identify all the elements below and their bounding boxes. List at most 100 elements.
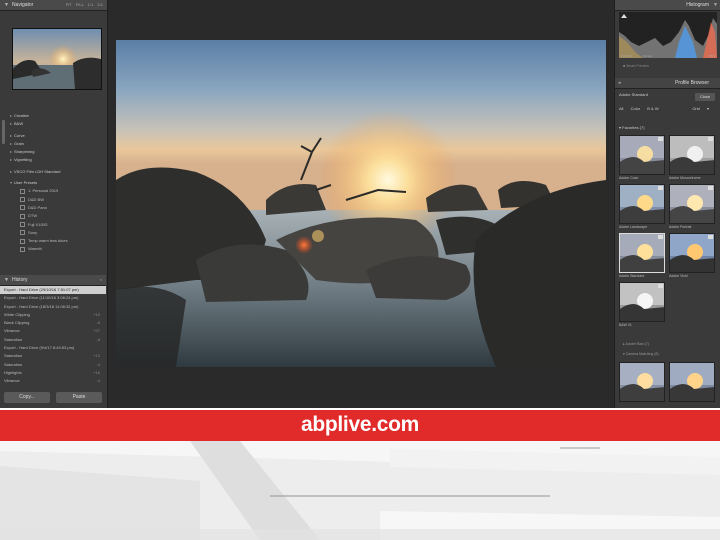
history-close-icon[interactable]: × <box>100 275 102 285</box>
navigator-zoom-options[interactable]: FIT FILL 1:1 3:1 <box>66 0 103 10</box>
preset-folder[interactable]: ▸ Creative <box>10 112 104 120</box>
history-label: White Clipping <box>4 311 30 317</box>
navigator-preview[interactable] <box>12 28 102 90</box>
profile-thumb[interactable] <box>669 362 715 408</box>
preset-item[interactable]: Sony <box>10 229 104 237</box>
preset-item[interactable]: D&D BW <box>10 196 104 204</box>
preset-item[interactable]: D&D Pano <box>10 204 104 212</box>
profile-preview-image <box>670 136 714 174</box>
preset-icon <box>20 205 25 211</box>
histogram-graph[interactable] <box>619 12 717 58</box>
preset-item[interactable]: Temp warm less blues <box>10 237 104 245</box>
profile-current-row: Adobe Standard Close <box>619 92 717 102</box>
history-row[interactable]: Export - Hard Drive (11/10/16 3:08:24 pm… <box>0 294 106 302</box>
profile-badge-icon <box>658 137 663 141</box>
profile-thumb[interactable]: B&W 01 <box>619 282 665 328</box>
group-label: Camera Matching (8) <box>625 352 659 356</box>
history-value: +16 <box>93 369 100 375</box>
preset-label: VSCO Film LDH Standard <box>14 168 61 174</box>
profile-thumb[interactable]: Adobe Monochrome <box>669 135 715 181</box>
preset-folder[interactable]: ▸ B&W <box>10 120 104 128</box>
preset-item[interactable]: DTW <box>10 212 104 220</box>
history-label: Black Clipping <box>4 320 30 326</box>
preset-label: DTW <box>28 213 38 219</box>
profile-group-camera-matching[interactable]: ▾ Camera Matching (8) <box>623 352 659 356</box>
filter-color[interactable]: Color <box>631 106 641 111</box>
profile-filter-bar: All Color B & W Grid ▾ <box>619 106 717 116</box>
favorites-group-header[interactable]: ▾ Favorites (7) <box>619 125 645 130</box>
navigator-header[interactable]: ▼ Navigator FIT FILL 1:1 3:1 <box>0 0 107 11</box>
profile-preview-image <box>620 136 664 174</box>
history-row[interactable]: Black Clipping -6 <box>0 319 106 327</box>
grid-view-select[interactable]: Grid ▾ <box>692 106 709 111</box>
profile-preview-image <box>620 234 664 272</box>
preset-label: Fuji X100S <box>28 221 48 227</box>
history-row[interactable]: Highlights +16 <box>0 369 106 377</box>
profile-close-button[interactable]: Close <box>695 93 715 101</box>
history-value: -8 <box>96 336 100 342</box>
history-row[interactable]: Vibrance +27 <box>0 327 106 335</box>
history-label: Saturation <box>4 353 23 359</box>
preset-label: Creative <box>14 113 29 118</box>
histogram-readout: ISO 100 19 mm f/8.0 <box>621 54 715 58</box>
navigator-collapse-icon[interactable]: ▼ <box>4 2 9 8</box>
preset-item[interactable]: Warmth <box>10 245 104 253</box>
preset-item[interactable]: 1. Personal 2019 <box>10 187 104 195</box>
history-label: Export - Hard Drive (29/10/16 7:51:07 pm… <box>4 287 79 292</box>
preset-folder[interactable]: ▸ VSCO Film LDH Standard <box>10 168 104 176</box>
main-photo[interactable] <box>116 40 606 367</box>
preset-folder[interactable]: ▸ Sharpening <box>10 148 104 156</box>
profile-back-icon[interactable]: ◂ <box>618 78 621 88</box>
profile-preview-image <box>670 363 714 401</box>
history-label: Vibrance <box>4 328 20 334</box>
profile-badge-icon <box>708 137 713 141</box>
history-row[interactable]: Saturation -4 <box>0 361 106 369</box>
profile-browser-header[interactable]: Profile Browser ◂ <box>615 78 720 89</box>
copy-button[interactable]: Copy... <box>4 392 50 403</box>
histogram-header[interactable]: Histogram ▼ <box>615 0 720 11</box>
filter-bw[interactable]: B & W <box>647 106 658 111</box>
history-header[interactable]: ▼ History × <box>0 275 106 286</box>
preset-folder-user[interactable]: ▾ User Presets <box>10 179 104 187</box>
history-row[interactable]: Saturation -8 <box>0 336 106 344</box>
preset-folder[interactable]: ▸ Curve <box>10 132 104 140</box>
preset-label: User Presets <box>14 180 38 186</box>
preset-label: Warmth <box>28 246 42 252</box>
histogram-title: Histogram <box>686 2 709 8</box>
history-panel: ▼ History × Export - Hard Drive (29/10/16… <box>0 275 106 386</box>
history-list: Export - Hard Drive (29/10/16 7:51:07 pm… <box>0 286 106 386</box>
paste-button[interactable]: Paste <box>56 392 102 403</box>
preset-folder[interactable]: ▸ Vignetting <box>10 156 104 164</box>
history-row[interactable]: White Clipping +10 <box>0 311 106 319</box>
preset-label: D&D Pano <box>28 204 47 210</box>
main-photo-image <box>116 40 606 367</box>
profile-preview <box>619 233 665 273</box>
profile-preview-image <box>620 283 664 321</box>
history-row[interactable]: Export - Hard Drive (18/3/18 11:08:32 pm… <box>0 303 106 311</box>
smart-preview-label[interactable]: ■ Smart Preview <box>623 64 649 68</box>
profile-thumb-selected[interactable]: Adobe Standard <box>619 233 665 279</box>
history-row[interactable]: Export - Hard Drive (9/4/17 8:49:53 pm) <box>0 344 106 352</box>
preset-folder[interactable]: ▸ Grain <box>10 140 104 148</box>
histogram-plot <box>619 14 717 58</box>
history-row[interactable]: Vibrance -4 <box>0 377 106 385</box>
history-row[interactable]: Saturation +12 <box>0 352 106 360</box>
filter-all[interactable]: All <box>619 106 623 111</box>
history-row[interactable]: Export - Hard Drive (29/10/16 7:51:07 pm… <box>0 286 106 295</box>
preset-label: D&D BW <box>28 196 44 202</box>
profile-thumb[interactable]: Adobe Landscape <box>619 184 665 230</box>
profile-preview-image <box>670 185 714 223</box>
preset-item[interactable]: Fuji X100S <box>10 221 104 229</box>
profile-thumb[interactable]: Adobe Portrait <box>669 184 715 230</box>
left-panel-scrollbar[interactable] <box>2 120 5 144</box>
profile-badge-icon <box>658 235 663 239</box>
profile-group-adobe-raw[interactable]: ▸ Adobe Raw (7) <box>623 342 649 346</box>
profile-thumb[interactable]: Adobe Color <box>619 135 665 181</box>
profile-preview <box>669 135 715 175</box>
history-collapse-icon[interactable]: ▼ <box>4 277 9 283</box>
profile-thumb[interactable]: Adobe Vivid <box>669 233 715 279</box>
profile-thumb[interactable] <box>619 362 665 408</box>
histogram-collapse-icon[interactable]: ▼ <box>713 0 718 10</box>
focal-readout: 19 mm <box>642 54 653 58</box>
aperture-readout: f/8.0 <box>709 54 715 58</box>
